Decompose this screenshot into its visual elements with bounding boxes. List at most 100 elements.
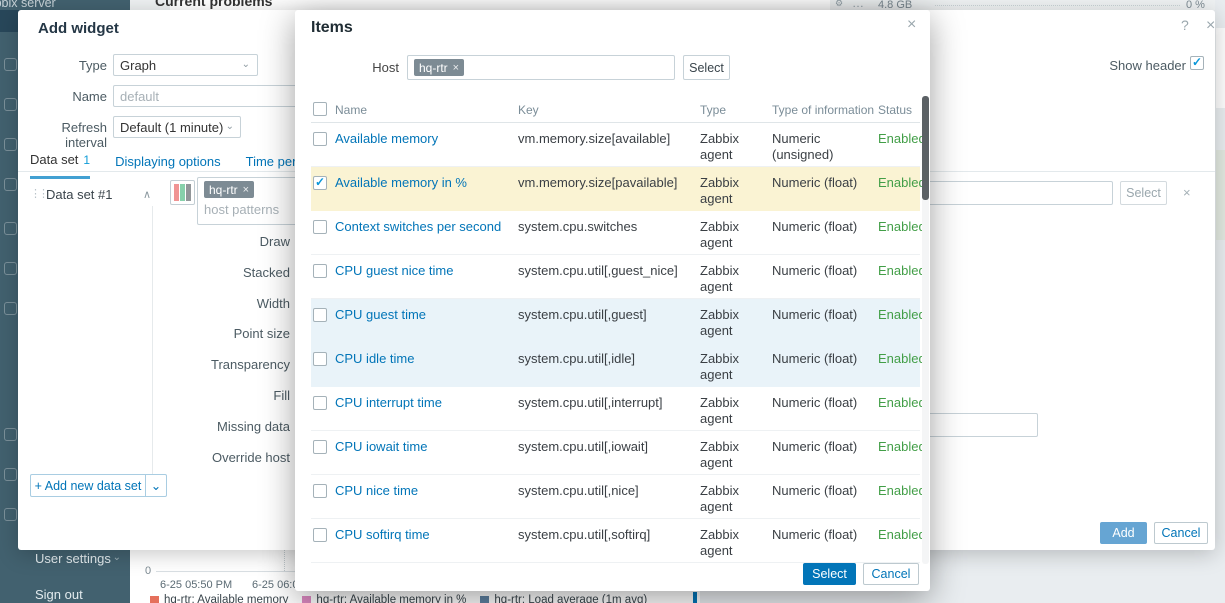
item-name-link[interactable]: CPU iowait time (335, 439, 518, 455)
item-name-link[interactable]: Context switches per second (335, 219, 518, 235)
table-row[interactable]: Available memory in %vm.memory.size[pava… (311, 167, 920, 211)
table-row[interactable]: CPU guest nice timesystem.cpu.util[,gues… (311, 255, 920, 299)
add-data-set-dropdown[interactable]: ⌄ (146, 474, 167, 497)
cancel-button[interactable]: Cancel (1154, 522, 1208, 544)
item-name-link[interactable]: CPU idle time (335, 351, 518, 367)
item-name-link[interactable]: CPU guest nice time (335, 263, 518, 279)
gear-icon[interactable]: ⚙ (835, 0, 843, 9)
sidebar-menu-icon[interactable] (4, 262, 17, 275)
host-chip: hq-rtr × (414, 59, 464, 76)
item-name-link[interactable]: Available memory in % (335, 175, 518, 191)
type-select[interactable]: Graph ⌄ (113, 54, 258, 76)
option-label-override-host: Override host (118, 443, 290, 474)
item-name-link[interactable]: CPU interrupt time (335, 395, 518, 411)
item-name-link[interactable]: CPU softirq time (335, 527, 518, 543)
item-name-link[interactable]: Available memory (335, 131, 518, 147)
refresh-interval-select[interactable]: Default (1 minute) ⌄ (113, 116, 241, 138)
tab-badge: 1 (83, 153, 90, 167)
swatch-color-1 (174, 184, 179, 201)
item-type: Zabbix agent (700, 483, 772, 515)
collapse-icon[interactable]: ∧ (143, 188, 151, 201)
item-name-link[interactable]: CPU nice time (335, 483, 518, 499)
sidebar-menu-icon[interactable] (4, 508, 17, 521)
column-header-status[interactable]: Status (878, 103, 912, 117)
add-button[interactable]: Add (1100, 522, 1147, 544)
item-status: Enabled (878, 395, 920, 411)
row-checkbox[interactable] (313, 396, 327, 410)
tab-displaying-options[interactable]: Displaying options (115, 146, 221, 179)
row-checkbox[interactable] (313, 484, 327, 498)
item-info-type: Numeric (float) (772, 351, 878, 367)
item-info-type: Numeric (float) (772, 483, 878, 499)
legend-scrollbar[interactable] (693, 592, 697, 603)
row-checkbox[interactable] (313, 220, 327, 234)
legend-item: hq-rtr: Available memory (150, 594, 288, 603)
select-button[interactable]: Select (803, 563, 856, 585)
chip-remove-icon[interactable]: × (453, 62, 459, 74)
chevron-down-icon: ⌄ (113, 553, 121, 563)
row-checkbox[interactable] (313, 352, 327, 366)
sidebar-menu-icon[interactable] (4, 468, 17, 481)
sidebar-menu-icon[interactable] (4, 58, 17, 71)
more-icon[interactable]: … (852, 0, 864, 10)
show-header-checkbox[interactable] (1190, 56, 1204, 70)
row-checkbox[interactable] (313, 264, 327, 278)
sidebar-menu-icon[interactable] (4, 138, 17, 151)
row-checkbox[interactable] (313, 176, 327, 190)
grid-vline (284, 550, 285, 571)
row-checkbox[interactable] (313, 132, 327, 146)
add-new-data-set-button[interactable]: + Add new data set (30, 474, 146, 497)
items-modal: Items × Host hq-rtr × Select Name Key Ty… (295, 10, 930, 591)
color-swatch[interactable] (170, 180, 195, 205)
row-checkbox[interactable] (313, 440, 327, 454)
table-row[interactable]: CPU idle timesystem.cpu.util[,idle]Zabbi… (311, 343, 920, 387)
host-select-button[interactable]: Select (683, 55, 730, 80)
help-icon[interactable]: ? (1181, 17, 1189, 33)
column-header-info[interactable]: Type of information (772, 103, 874, 117)
table-row[interactable]: CPU softirq timesystem.cpu.util[,softirq… (311, 519, 920, 563)
row-checkbox[interactable] (313, 308, 327, 322)
close-icon[interactable]: × (1206, 17, 1215, 35)
sidebar-menu-icon[interactable] (4, 428, 17, 441)
cancel-button[interactable]: Cancel (863, 563, 919, 585)
item-status: Enabled (878, 483, 920, 499)
drag-handle-icon[interactable]: ⋮⋮ (30, 187, 46, 200)
item-key: system.cpu.util[,softirq] (518, 527, 700, 543)
cpu-value: 0 % (1186, 0, 1205, 10)
table-row[interactable]: CPU interrupt timesystem.cpu.util[,inter… (311, 387, 920, 431)
page-right-edge (1215, 0, 1225, 603)
option-label-stacked: Stacked (118, 258, 290, 289)
item-status: Enabled (878, 439, 920, 455)
item-select-button[interactable]: Select (1120, 181, 1167, 205)
sidebar-item-user-settings[interactable]: User settings ⌄ (0, 547, 130, 569)
column-header-key[interactable]: Key (518, 103, 539, 117)
sidebar-item-sign-out[interactable]: Sign out (0, 583, 130, 603)
table-row[interactable]: CPU iowait timesystem.cpu.util[,iowait]Z… (311, 431, 920, 475)
sidebar-menu-icon[interactable] (4, 98, 17, 111)
remove-data-set-icon[interactable]: × (1183, 185, 1191, 200)
sidebar-menu-icon[interactable] (4, 222, 17, 235)
scrollbar-thumb[interactable] (922, 96, 929, 200)
table-row[interactable]: CPU guest timesystem.cpu.util[,guest]Zab… (311, 299, 920, 343)
sidebar-menu-icon[interactable] (4, 178, 17, 191)
chip-remove-icon[interactable]: × (243, 184, 249, 196)
tab-data-set[interactable]: Data set1 (30, 146, 90, 179)
item-status: Enabled (878, 131, 920, 147)
legend-color-swatch (302, 596, 311, 603)
table-row[interactable]: Available memoryvm.memory.size[available… (311, 123, 920, 167)
column-header-type[interactable]: Type (700, 103, 726, 117)
close-icon[interactable]: × (907, 16, 916, 34)
table-row[interactable]: CPU nice timesystem.cpu.util[,nice]Zabbi… (311, 475, 920, 519)
refresh-interval-value: Default (1 minute) (120, 120, 223, 135)
item-type: Zabbix agent (700, 131, 772, 163)
item-info-type: Numeric (float) (772, 439, 878, 455)
column-header-name[interactable]: Name (335, 103, 367, 117)
select-all-checkbox[interactable] (313, 102, 327, 116)
host-input[interactable]: hq-rtr × (407, 55, 675, 80)
row-checkbox[interactable] (313, 528, 327, 542)
item-name-link[interactable]: CPU guest time (335, 307, 518, 323)
sidebar-menu-icon[interactable] (4, 302, 17, 315)
item-info-type: Numeric (float) (772, 527, 878, 543)
table-row[interactable]: Context switches per secondsystem.cpu.sw… (311, 211, 920, 255)
item-info-type: Numeric (float) (772, 175, 878, 191)
